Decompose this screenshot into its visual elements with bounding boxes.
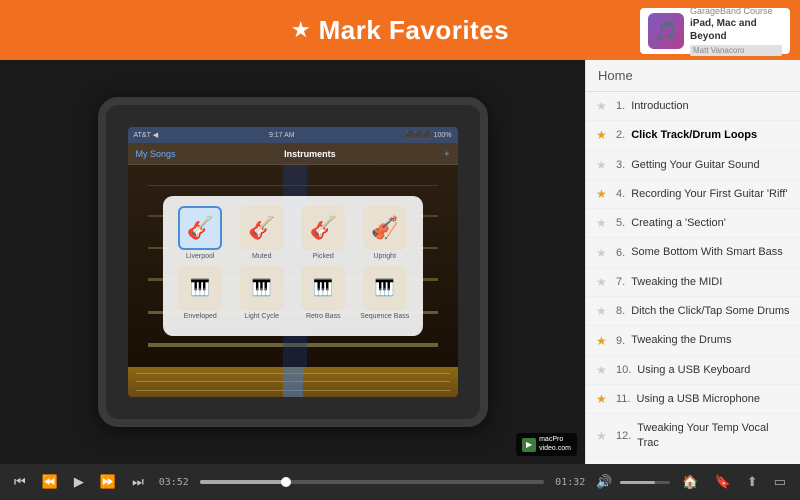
volume-fill (620, 481, 655, 484)
ipad-modal-grid: 🎸 Liverpool 🎸 Muted 🎸 Picked (173, 206, 413, 320)
instrument-retro-bass-img: 🎹 (301, 266, 345, 310)
macprovideo-logo: ▶ macProvideo.com (516, 433, 577, 456)
sidebar-item-label: Some Bottom With Smart Bass (631, 245, 783, 259)
sidebar-item[interactable]: ★12.Tweaking Your Temp Vocal Trac (586, 414, 800, 458)
ipad-appbar: My Songs Instruments + (128, 143, 458, 165)
sidebar-item-label: Tweaking the MIDI (631, 275, 722, 289)
sidebar-item[interactable]: ★11.Using a USB Microphone (586, 385, 800, 414)
instrument-picked-img: 🎸 (301, 206, 345, 250)
instrument-picked[interactable]: 🎸 Picked (296, 206, 352, 260)
instrument-upright[interactable]: 🎻 Upright (357, 206, 413, 260)
sidebar-item-label: Using a USB Keyboard (637, 363, 750, 377)
sidebar-item[interactable]: ★8.Ditch the Click/Tap Some Drums (586, 297, 800, 326)
instrument-sequence-bass[interactable]: 🎹 Sequence Bass (357, 266, 413, 320)
header-title: Mark Favorites (319, 15, 510, 46)
fretboard (128, 367, 458, 397)
sidebar-item-label: Tweaking the Drums (631, 333, 731, 347)
share-button[interactable]: ⬆ (743, 472, 762, 492)
sidebar-home[interactable]: Home (586, 60, 800, 92)
instrument-liverpool[interactable]: 🎸 Liverpool (173, 206, 229, 260)
sidebar-star-icon: ★ (596, 363, 610, 377)
main-area: AT&T ◀ 9:17 AM ⬛⬛⬛ 100% My Songs Instrum… (0, 60, 800, 464)
sidebar-item[interactable]: ★2.Click Track/Drum Loops (586, 121, 800, 150)
ipad-guitar-content: 🎸 Liverpool 🎸 Muted 🎸 Picked (128, 165, 458, 367)
sidebar-item[interactable]: ★7.Tweaking the MIDI (586, 268, 800, 297)
ipad-instrument-modal: 🎸 Liverpool 🎸 Muted 🎸 Picked (128, 165, 458, 367)
sidebar-star-icon: ★ (596, 275, 610, 289)
sidebar-star-icon: ★ (596, 158, 610, 172)
volume-bar[interactable] (620, 481, 670, 484)
instrument-enveloped[interactable]: 🎹 Enveloped (173, 266, 229, 320)
sidebar-item[interactable]: ★9.Tweaking the Drums (586, 326, 800, 355)
fret-highlight (283, 367, 303, 397)
sidebar-star-icon: ★ (596, 304, 610, 318)
instrument-light-cycle[interactable]: 🎹 Light Cycle (234, 266, 290, 320)
volume-icon[interactable]: 🔊 (596, 474, 612, 490)
ipad-modal-box: 🎸 Liverpool 🎸 Muted 🎸 Picked (163, 196, 423, 336)
progress-dot (281, 477, 291, 487)
sidebar-star-icon: ★ (596, 187, 610, 201)
ipad-screen: AT&T ◀ 9:17 AM ⬛⬛⬛ 100% My Songs Instrum… (128, 127, 458, 397)
sidebar-item-label: Tweaking Your Temp Vocal Trac (637, 421, 790, 450)
sidebar-item-label: Getting Your Guitar Sound (631, 158, 759, 172)
rewind-start-button[interactable]: ⏮ (10, 472, 30, 492)
progress-bar-fill (200, 480, 286, 484)
sidebar-star-icon: ★ (596, 216, 610, 230)
instrument-upright-img: 🎻 (363, 206, 407, 250)
sidebar-item[interactable]: ★4.Recording Your First Guitar 'Riff' (586, 180, 800, 209)
progress-bar[interactable] (200, 480, 544, 484)
sidebar-item-label: Creating a 'Section' (631, 216, 726, 230)
sidebar-star-icon: ★ (596, 392, 610, 406)
instrument-sequence-bass-img: 🎹 (363, 266, 407, 310)
mpv-logo-icon: ▶ (522, 438, 536, 452)
sidebar-item[interactable]: ★1.Introduction (586, 92, 800, 121)
sidebar-star-icon: ★ (596, 99, 610, 113)
sidebar-star-icon: ★ (596, 334, 610, 348)
sidebar: Home ★1.Introduction★2.Click Track/Drum … (585, 60, 800, 464)
course-badge[interactable]: 🎵 GarageBand Course iPad, Mac and Beyond… (640, 8, 790, 54)
bookmark-button[interactable]: 🔖 (711, 472, 735, 492)
play-pause-button[interactable]: ▶ (70, 472, 88, 492)
sidebar-item-label: Ditch the Click/Tap Some Drums (631, 304, 789, 318)
step-back-button[interactable]: ⏪ (38, 472, 62, 492)
instrument-liverpool-img: 🎸 (178, 206, 222, 250)
header: ★ Mark Favorites 🎵 GarageBand Course iPa… (0, 0, 800, 60)
course-badge-icon: 🎵 (648, 13, 684, 49)
course-badge-text: GarageBand Course iPad, Mac and Beyond M… (690, 6, 782, 56)
controls-bar: ⏮ ⏪ ▶ ⏩ ⏭ 03:52 01:32 🔊 🏠 🔖 ⬆ ▭ (0, 464, 800, 500)
sidebar-item-label: Recording Your First Guitar 'Riff' (631, 187, 787, 201)
ipad-device: AT&T ◀ 9:17 AM ⬛⬛⬛ 100% My Songs Instrum… (98, 97, 488, 427)
sidebar-star-icon: ★ (596, 246, 610, 260)
time-elapsed: 03:52 (156, 477, 192, 488)
sidebar-item[interactable]: ★10.Using a USB Keyboard (586, 356, 800, 385)
time-remaining: 01:32 (552, 477, 588, 488)
instrument-muted-img: 🎸 (240, 206, 284, 250)
sidebar-item-label: Using a USB Microphone (636, 392, 760, 406)
header-star: ★ (291, 17, 311, 43)
airplay-button[interactable]: ▭ (770, 472, 790, 492)
sidebar-star-icon: ★ (596, 429, 610, 443)
fast-forward-button[interactable]: ⏭ (128, 472, 148, 492)
sidebar-star-icon: ★ (596, 128, 610, 142)
sidebar-items-container: ★1.Introduction★2.Click Track/Drum Loops… (586, 92, 800, 464)
video-area: AT&T ◀ 9:17 AM ⬛⬛⬛ 100% My Songs Instrum… (0, 60, 585, 464)
ipad-statusbar: AT&T ◀ 9:17 AM ⬛⬛⬛ 100% (128, 127, 458, 143)
sidebar-item[interactable]: ★5.Creating a 'Section' (586, 209, 800, 238)
instrument-light-cycle-img: 🎹 (240, 266, 284, 310)
instrument-enveloped-img: 🎹 (178, 266, 222, 310)
home-button[interactable]: 🏠 (678, 472, 702, 492)
instrument-retro-bass[interactable]: 🎹 Retro Bass (296, 266, 352, 320)
instrument-muted[interactable]: 🎸 Muted (234, 206, 290, 260)
sidebar-item-label: Click Track/Drum Loops (631, 128, 757, 142)
sidebar-item[interactable]: ★3.Getting Your Guitar Sound (586, 151, 800, 180)
step-forward-button[interactable]: ⏩ (96, 472, 120, 492)
sidebar-item[interactable]: ★6.Some Bottom With Smart Bass (586, 238, 800, 267)
sidebar-item-label: Introduction (631, 99, 688, 113)
